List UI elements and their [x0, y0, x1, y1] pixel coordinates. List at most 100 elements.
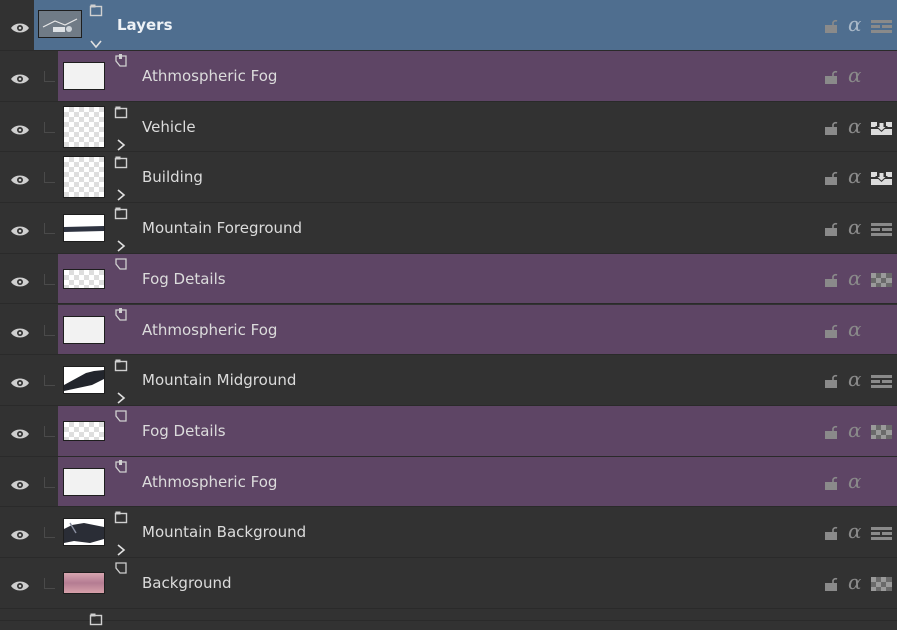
chevron-right-icon[interactable] [115, 136, 127, 151]
chevron-right-icon[interactable] [115, 186, 127, 202]
layer-name: Mountain Foreground [142, 219, 303, 238]
layer-thumbnail [63, 268, 105, 289]
layer-name: Building [142, 168, 203, 187]
layer-row-partial [0, 609, 897, 625]
layer-thumbnail [63, 105, 105, 148]
layer-thumbnail [63, 214, 105, 243]
layer-row[interactable]: Fog Details α [0, 253, 897, 305]
layer-row[interactable]: Building α [0, 152, 897, 204]
filter-mask-icon [114, 459, 128, 473]
alpha-lock-icon[interactable]: α [848, 420, 862, 440]
chevron-right-icon[interactable] [115, 389, 127, 404]
tree-connector [44, 578, 55, 589]
lock-icon[interactable] [824, 373, 838, 389]
eye-icon[interactable] [10, 121, 30, 135]
alpha-lock-icon[interactable]: α [848, 471, 862, 491]
tree-connector [44, 476, 55, 488]
tree-connector [44, 121, 55, 133]
layer-name: Athmospheric Fog [142, 320, 278, 339]
layer-row[interactable]: Mountain Midground α [0, 355, 897, 406]
eye-icon[interactable] [10, 374, 30, 388]
tree-connector [44, 375, 55, 387]
layer-stack-icon [871, 525, 892, 541]
eye-icon[interactable] [10, 171, 30, 185]
layer-name: Mountain Background [142, 523, 307, 542]
layer-row-root[interactable]: Layers α [0, 0, 897, 51]
layer-stack-icon [871, 373, 892, 389]
alpha-lock-icon[interactable]: α [848, 116, 862, 136]
layers-panel: Layers α Athmospheric Fog α Vehicle α Building… [0, 0, 897, 625]
layer-row[interactable]: Vehicle α [0, 101, 897, 153]
folder-icon [89, 2, 103, 17]
lock-icon[interactable] [824, 272, 838, 287]
layer-thumbnail [63, 467, 105, 496]
layer-thumbnail [63, 572, 105, 594]
alpha-lock-icon[interactable]: α [848, 319, 862, 339]
layer-name: Athmospheric Fog [142, 472, 278, 491]
layer-name: Athmospheric Fog [142, 67, 278, 85]
tree-connector [44, 223, 55, 235]
lock-icon[interactable] [824, 576, 838, 591]
layer-row[interactable]: Athmospheric Fog α [0, 304, 897, 356]
layer-name: Mountain Midground [142, 371, 297, 390]
checker-icon [871, 576, 892, 591]
eye-icon[interactable] [10, 324, 30, 337]
eye-icon[interactable] [10, 273, 30, 287]
tree-connector [44, 172, 55, 184]
eye-icon[interactable] [10, 577, 30, 591]
alpha-lock-icon[interactable]: α [848, 217, 862, 237]
folder-icon [114, 357, 128, 372]
alpha-lock-icon[interactable]: α [848, 166, 862, 186]
folder-icon [114, 205, 128, 220]
layer-thumbnail [63, 518, 105, 547]
layer-name: Fog Details [142, 269, 226, 288]
eye-icon[interactable] [10, 425, 30, 439]
layer-thumbnail [38, 10, 82, 38]
lock-icon[interactable] [824, 120, 838, 135]
folder-icon [89, 611, 103, 625]
transparency-mask-icon [114, 408, 128, 422]
lock-icon[interactable] [824, 221, 838, 237]
tree-connector [44, 71, 55, 82]
lock-icon[interactable] [824, 424, 838, 439]
merge-down-icon [871, 170, 892, 186]
layer-row[interactable]: Mountain Foreground α [0, 203, 897, 254]
lock-icon[interactable] [824, 170, 838, 186]
eye-icon[interactable] [10, 19, 30, 33]
lock-icon[interactable] [824, 18, 838, 33]
chevron-down-icon[interactable] [90, 35, 102, 49]
layer-row[interactable]: Mountain Background α [0, 507, 897, 558]
filter-mask-icon [114, 307, 128, 321]
alpha-lock-icon[interactable]: α [848, 14, 862, 34]
alpha-lock-icon[interactable]: α [848, 268, 862, 288]
alpha-lock-icon[interactable]: α [848, 521, 862, 541]
layer-row[interactable]: Athmospheric Fog α [0, 51, 897, 102]
alpha-lock-icon[interactable]: α [848, 65, 862, 85]
lock-icon[interactable] [824, 525, 838, 541]
layer-row[interactable]: Athmospheric Fog α [0, 456, 897, 508]
lock-icon[interactable] [824, 475, 838, 490]
layer-stack-icon [871, 221, 892, 237]
alpha-lock-icon[interactable]: α [848, 369, 862, 389]
layer-row[interactable]: Fog Details α [0, 405, 897, 457]
alpha-lock-icon[interactable]: α [848, 572, 862, 592]
tree-connector [44, 425, 55, 437]
chevron-right-icon[interactable] [115, 541, 127, 556]
tree-connector [44, 273, 55, 285]
folder-icon [114, 509, 128, 524]
layer-name: Background [142, 574, 232, 592]
eye-icon[interactable] [10, 70, 30, 84]
filter-mask-icon [114, 53, 128, 67]
eye-icon[interactable] [10, 222, 30, 236]
eye-icon[interactable] [10, 526, 30, 540]
layer-name: Vehicle [142, 117, 196, 136]
eye-icon[interactable] [10, 476, 30, 490]
checker-icon [871, 424, 892, 439]
transparency-mask-icon [114, 256, 128, 270]
layer-thumbnail [63, 420, 105, 441]
lock-icon[interactable] [824, 323, 838, 338]
lock-icon[interactable] [824, 69, 838, 84]
folder-icon [114, 154, 128, 169]
chevron-right-icon[interactable] [115, 237, 127, 252]
layer-row[interactable]: Background α [0, 558, 897, 609]
